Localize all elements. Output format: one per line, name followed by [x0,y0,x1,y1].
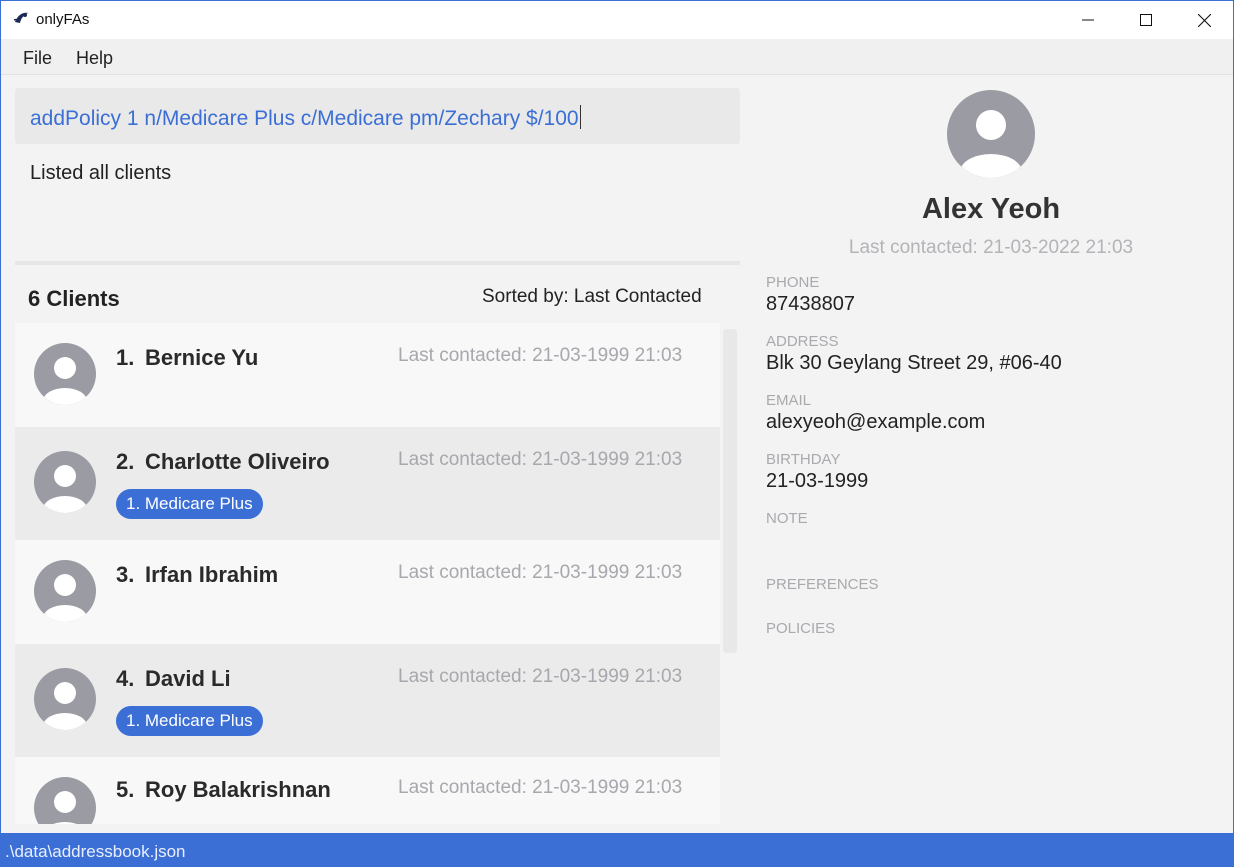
policies-label: POLICIES [766,620,836,637]
client-index: 2. [116,449,135,474]
address-value: Blk 30 Geylang Street 29, #06-40 [766,352,1062,374]
avatar-icon [34,777,96,824]
text-caret [579,105,581,129]
birthday-value: 21-03-1999 [766,470,869,492]
command-text[interactable]: addPolicy 1 n/Medicare Plus c/Medicare p… [30,105,581,131]
client-name-text: David Li [145,666,231,691]
client-index: 5. [116,777,135,802]
avatar-icon [34,668,96,730]
client-list[interactable]: 1. Bernice Yu Last contacted: 21-03-1999 … [15,323,720,824]
client-last-contacted: Last contacted: 21-03-1999 21:03 [398,345,683,366]
avatar-icon [34,343,96,405]
policy-tag: 1. Medicare Plus [116,706,263,736]
client-last-contacted: Last contacted: 21-03-1999 21:03 [398,777,683,798]
client-name-text: Roy Balakrishnan [145,777,331,802]
client-count: 6 Clients [28,286,120,311]
command-input[interactable]: addPolicy 1 n/Medicare Plus c/Medicare p… [15,88,740,144]
client-last-contacted: Last contacted: 21-03-1999 21:03 [398,562,683,583]
app-window: onlyFAs File Help addPolicy 1 n/Medicare… [0,0,1234,867]
client-index: 4. [116,666,135,691]
phone-value: 87438807 [766,293,855,315]
client-name: 1. Bernice Yu [116,345,258,371]
detail-client-name: Alex Yeoh [921,193,1061,225]
detail-avatar-icon [947,90,1035,178]
note-label: NOTE [766,510,808,527]
list-scrollbar[interactable] [723,329,737,653]
client-name-text: Irfan Ibrahim [145,562,279,587]
birthday-label: BIRTHDAY [766,451,841,468]
client-card[interactable]: 1. Bernice Yu Last contacted: 21-03-1999 … [15,323,720,427]
preferences-label: PREFERENCES [766,576,879,593]
client-index: 1. [116,345,135,370]
sort-indicator: Sorted by: Last Contacted [482,286,702,307]
client-card[interactable]: 2. Charlotte Oliveiro Last contacted: 21-… [15,427,720,540]
client-name-text: Bernice Yu [145,345,259,370]
close-button[interactable] [1175,1,1233,39]
menu-file[interactable]: File [23,48,52,69]
client-name: 3. Irfan Ibrahim [116,562,278,588]
client-name: 4. David Li [116,666,231,692]
command-value: addPolicy 1 n/Medicare Plus c/Medicare p… [30,107,579,130]
client-last-contacted: Last contacted: 21-03-1999 21:03 [398,666,683,687]
avatar-icon [34,560,96,622]
client-card[interactable]: 5. Roy Balakrishnan Last contacted: 21-03… [15,757,720,824]
maximize-icon [1140,14,1152,26]
client-name: 5. Roy Balakrishnan [116,777,331,803]
email-value: alexyeoh@example.com [766,411,986,433]
email-label: EMAIL [766,392,812,409]
detail-last-contacted: Last contacted: 21-03-2022 21:03 [848,237,1134,258]
policy-tag: 1. Medicare Plus [116,489,263,519]
pane-divider[interactable] [15,261,740,265]
status-bar: .\data\addressbook.json [1,833,1233,867]
client-card[interactable]: 4. David Li Last contacted: 21-03-1999 21… [15,644,720,757]
minimize-button[interactable] [1059,1,1117,39]
maximize-button[interactable] [1117,1,1175,39]
client-index: 3. [116,562,135,587]
result-message: Listed all clients [30,162,172,184]
minimize-icon [1082,19,1094,21]
menu-bar: File Help [1,39,1233,75]
address-label: ADDRESS [766,333,839,350]
avatar-icon [34,451,96,513]
title-bar[interactable]: onlyFAs [1,1,1233,39]
app-logo-icon [13,12,28,23]
menu-help[interactable]: Help [76,48,113,69]
client-card[interactable]: 3. Irfan Ibrahim Last contacted: 21-03-19… [15,540,720,644]
client-last-contacted: Last contacted: 21-03-1999 21:03 [398,449,683,470]
close-icon [1197,13,1211,27]
data-file-path: .\data\addressbook.json [5,842,186,861]
client-name: 2. Charlotte Oliveiro [116,449,330,475]
window-title: onlyFAs [36,11,90,28]
phone-label: PHONE [766,274,820,291]
client-name-text: Charlotte Oliveiro [145,449,330,474]
